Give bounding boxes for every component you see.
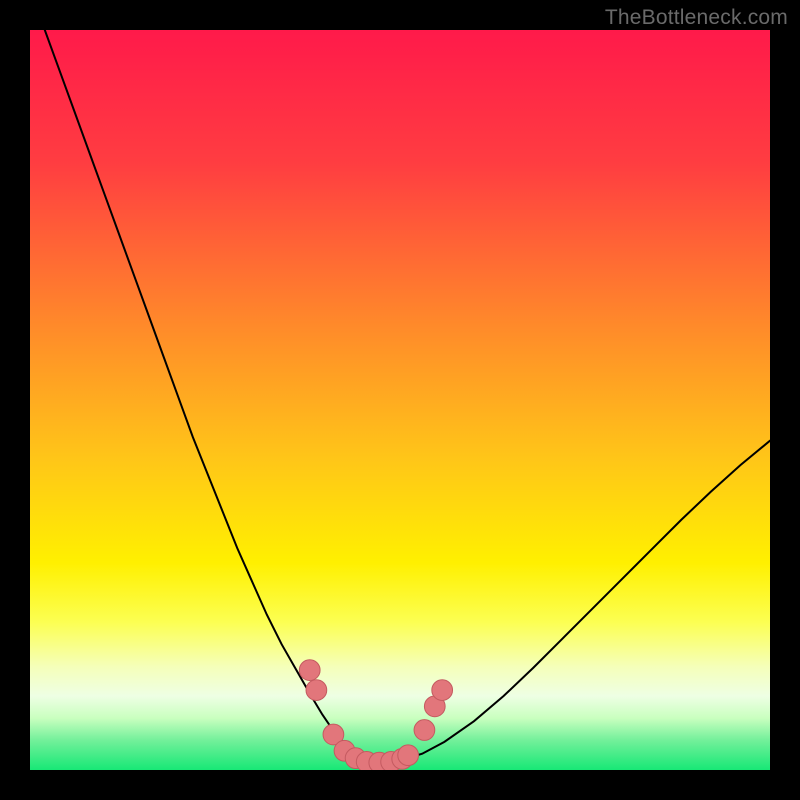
chart-frame: TheBottleneck.com xyxy=(0,0,800,800)
marker-dot xyxy=(414,720,435,741)
marker-dots xyxy=(30,30,770,770)
marker-dot xyxy=(299,660,320,681)
marker-dot xyxy=(432,680,453,701)
marker-dot xyxy=(398,745,419,766)
plot-area xyxy=(30,30,770,770)
marker-dot xyxy=(306,680,327,701)
watermark-text: TheBottleneck.com xyxy=(605,6,788,30)
